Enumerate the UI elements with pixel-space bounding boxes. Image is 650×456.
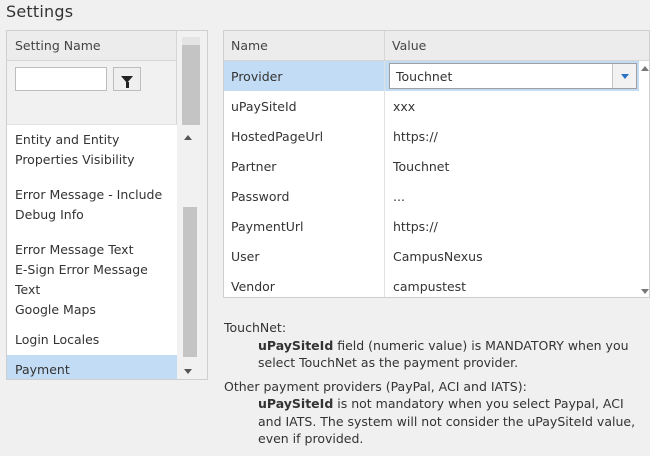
- settings-list-item[interactable]: Login Locales: [7, 325, 177, 355]
- touchnet-field-name: uPaySiteId: [258, 337, 334, 353]
- grid-cell-name: PaymentUrl: [224, 211, 385, 241]
- settings-list: Entity and Entity Properties Visibility E…: [7, 125, 177, 379]
- grid-row[interactable]: uPaySiteId xxx: [224, 91, 639, 121]
- settings-list-item-label: E-Sign Error Message Text: [15, 262, 148, 297]
- settings-list-item-label: Error Message - Include Debug Info: [15, 187, 163, 222]
- grid-cell-name: Vendor: [224, 271, 385, 297]
- grid-row[interactable]: User CampusNexus: [224, 241, 639, 271]
- setting-name-column-header[interactable]: Setting Name: [7, 31, 177, 61]
- provider-select-value: Touchnet: [396, 69, 453, 84]
- grid-cell-value[interactable]: https://: [385, 121, 639, 151]
- page-title: Settings: [6, 2, 74, 21]
- settings-list-item-label: Payment: [15, 362, 70, 377]
- grid-cell-name: Provider: [224, 61, 385, 91]
- name-column-header[interactable]: Name: [224, 31, 385, 61]
- grid-cell-value[interactable]: campustest: [385, 271, 639, 297]
- grid-cell-name: Password: [224, 181, 385, 211]
- grid-row[interactable]: Password...: [224, 181, 639, 211]
- settings-list-panel: Setting Name Entity and Entity Propertie…: [6, 30, 208, 380]
- other-field-name: uPaySiteId: [258, 396, 334, 411]
- grid-row[interactable]: Provider Touchnet: [224, 61, 639, 91]
- settings-list-item-label: Google Maps: [15, 302, 96, 317]
- filter-row: [7, 61, 177, 125]
- settings-list-scrollbar[interactable]: [177, 125, 207, 379]
- scroll-up-icon[interactable]: [641, 66, 649, 71]
- grid-row[interactable]: Vendor campustest: [224, 271, 639, 297]
- touchnet-heading: TouchNet:: [224, 320, 287, 335]
- grid-cell-name: User: [224, 241, 385, 271]
- grid-cell-name: HostedPageUrl: [224, 121, 385, 151]
- settings-list-item-label: Login Locales: [15, 332, 100, 347]
- filter-icon: [121, 75, 133, 88]
- grid-cell-name: uPaySiteId: [224, 91, 385, 121]
- settings-grid: Name Value Provider Touchnet uPaySiteId xxx…: [223, 30, 650, 298]
- grid-cell-value[interactable]: xxx: [385, 91, 639, 121]
- header-scroll-area: [177, 31, 207, 125]
- grid-cell-value[interactable]: https://: [385, 211, 639, 241]
- scroll-up-icon[interactable]: [184, 135, 192, 140]
- other-providers-heading: Other payment providers (PayPal, ACI and…: [224, 378, 527, 394]
- grid-row[interactable]: HostedPageUrl https://: [224, 121, 639, 151]
- value-column-header[interactable]: Value: [385, 31, 639, 61]
- setting-name-filter-input[interactable]: [15, 67, 107, 91]
- dropdown-toggle[interactable]: [612, 64, 636, 88]
- settings-list-item[interactable]: Entity and Entity Properties Visibility: [7, 125, 177, 175]
- settings-list-item-label: Error Message Text: [15, 242, 134, 257]
- payment-notes: TouchNet: uPaySiteId field (numeric valu…: [224, 319, 644, 454]
- other-providers-description: uPaySiteId is not mandatory when you sel…: [224, 395, 644, 448]
- grid-rows: Provider Touchnet uPaySiteId xxx HostedPageU…: [224, 61, 639, 297]
- touchnet-description: uPaySiteId field (numeric value) is MAND…: [224, 337, 644, 372]
- grid-row[interactable]: PaymentUrl https://: [224, 211, 639, 241]
- scroll-down-icon[interactable]: [184, 369, 192, 374]
- grid-cell-value[interactable]: Touchnet: [385, 151, 639, 181]
- provider-select[interactable]: Touchnet: [389, 63, 637, 89]
- other-providers-note: Other payment providers (PayPal, ACI and…: [224, 378, 644, 448]
- grid-cell-name: Partner: [224, 151, 385, 181]
- touchnet-note: TouchNet: uPaySiteId field (numeric valu…: [224, 319, 644, 372]
- chevron-down-icon: [620, 73, 629, 79]
- scroll-down-icon[interactable]: [641, 289, 649, 294]
- grid-cell-value[interactable]: CampusNexus: [385, 241, 639, 271]
- settings-list-item-label: Entity and Entity Properties Visibility: [15, 132, 135, 167]
- filter-button[interactable]: [113, 67, 141, 91]
- grid-cell-value[interactable]: ...: [385, 181, 639, 211]
- settings-list-item[interactable]: Error Message - Include Debug Info: [7, 175, 177, 235]
- grid-row[interactable]: Partner Touchnet: [224, 151, 639, 181]
- settings-list-item[interactable]: Payment: [7, 355, 177, 379]
- scrollbar-thumb[interactable]: [182, 45, 200, 125]
- settings-list-item[interactable]: E-Sign Error Message Text: [7, 262, 177, 297]
- grid-scrollbar[interactable]: [639, 61, 649, 297]
- scrollbar-thumb[interactable]: [183, 207, 197, 357]
- grid-header: Name Value: [224, 31, 649, 61]
